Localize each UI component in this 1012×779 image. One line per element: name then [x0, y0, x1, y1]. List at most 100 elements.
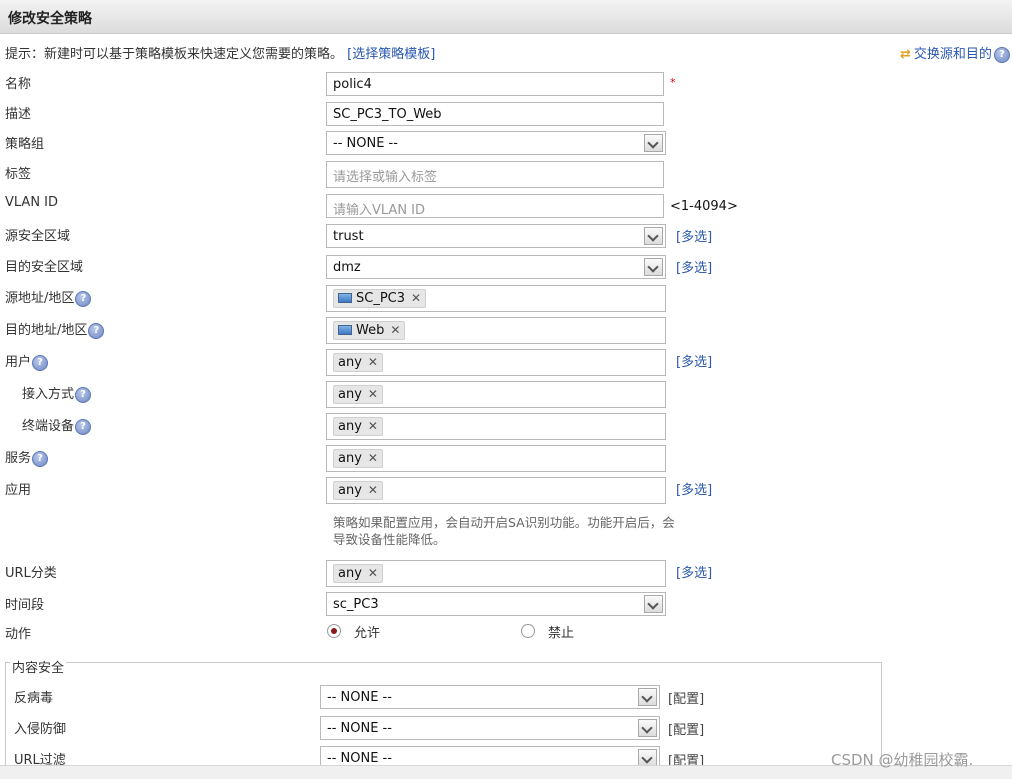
ips-select[interactable]: -- NONE -- — [320, 716, 660, 740]
application-multi-link[interactable]: [多选] — [676, 479, 712, 498]
tag-text: any — [338, 419, 362, 434]
src-zone-select[interactable]: trust — [326, 224, 666, 248]
chevron-down-icon[interactable] — [638, 688, 657, 706]
vlan-placeholder: 请输入VLAN ID — [333, 203, 426, 218]
value-tag: any ✕ — [333, 353, 383, 372]
access-mode-input[interactable]: any ✕ — [326, 381, 666, 408]
vlan-input[interactable]: 请输入VLAN ID — [326, 194, 664, 218]
tag-text: any — [338, 387, 362, 402]
time-range-select[interactable]: sc_PC3 — [326, 592, 666, 616]
description-value: SC_PC3_TO_Web — [333, 107, 442, 122]
hint-line: 提示：新建时可以基于策略模板来快速定义您需要的策略。 [选择策略模板] — [5, 43, 435, 62]
description-label: 描述 — [5, 107, 32, 122]
value-tag: any ✕ — [333, 481, 383, 500]
src-zone-value: trust — [333, 229, 364, 244]
name-label: 名称 — [5, 77, 32, 92]
action-label: 动作 — [5, 627, 32, 642]
dst-addr-label-text: 目的地址/地区 — [5, 323, 88, 338]
remove-icon[interactable]: ✕ — [368, 451, 378, 465]
help-icon[interactable]: ? — [75, 418, 92, 435]
deny-radio[interactable] — [521, 624, 535, 638]
src-addr-label: 源地址/地区? — [5, 287, 92, 307]
src-zone-multi-link[interactable]: [多选] — [676, 226, 712, 245]
url-category-input[interactable]: any ✕ — [326, 560, 666, 587]
help-icon[interactable]: ? — [88, 322, 105, 339]
antivirus-config-link[interactable]: [配置] — [668, 688, 704, 707]
chevron-down-icon[interactable] — [644, 227, 663, 245]
dst-addr-label: 目的地址/地区? — [5, 319, 105, 339]
access-mode-label-text: 接入方式 — [22, 387, 75, 402]
url-filter-value: -- NONE -- — [327, 751, 392, 766]
value-tag: any ✕ — [333, 385, 383, 404]
address-tag: SC_PC3 ✕ — [333, 289, 427, 308]
tag-placeholder: 请选择或输入标签 — [333, 170, 438, 185]
computer-icon — [338, 293, 352, 303]
select-template-link[interactable]: [选择策略模板] — [347, 47, 435, 62]
name-input[interactable]: polic4 — [326, 72, 664, 96]
user-input[interactable]: any ✕ — [326, 349, 666, 376]
user-multi-link[interactable]: [多选] — [676, 351, 712, 370]
value-tag: any ✕ — [333, 417, 383, 436]
hint-text: 提示：新建时可以基于策略模板来快速定义您需要的策略。 — [5, 47, 344, 62]
required-mark: * — [670, 76, 676, 89]
policy-group-label: 策略组 — [5, 137, 45, 152]
dst-zone-multi-link[interactable]: [多选] — [676, 257, 712, 276]
allow-radio[interactable] — [327, 624, 341, 638]
tag-text: Web — [356, 323, 385, 338]
service-label: 服务? — [5, 447, 49, 467]
vlan-label: VLAN ID — [5, 195, 59, 210]
service-label-text: 服务 — [5, 451, 32, 466]
content-security-legend: 内容安全 — [10, 657, 67, 676]
src-addr-input[interactable]: SC_PC3 ✕ — [326, 285, 666, 312]
deny-label[interactable]: 禁止 — [548, 622, 574, 641]
antivirus-select[interactable]: -- NONE -- — [320, 685, 660, 709]
application-note: 策略如果配置应用，会自动开启SA识别功能。功能开启后，会导致设备性能降低。 — [333, 515, 675, 547]
terminal-input[interactable]: any ✕ — [326, 413, 666, 440]
chevron-down-icon[interactable] — [644, 258, 663, 276]
dst-addr-input[interactable]: Web ✕ — [326, 317, 666, 344]
tag-text: any — [338, 355, 362, 370]
url-category-label: URL分类 — [5, 566, 57, 581]
user-label: 用户? — [5, 351, 49, 371]
dst-zone-select[interactable]: dmz — [326, 255, 666, 279]
chevron-down-icon[interactable] — [644, 595, 663, 613]
help-icon[interactable]: ? — [32, 354, 49, 371]
help-icon[interactable]: ? — [75, 290, 92, 307]
tag-input[interactable]: 请选择或输入标签 — [326, 161, 664, 188]
help-icon[interactable]: ? — [75, 386, 92, 403]
address-tag: Web ✕ — [333, 321, 406, 340]
tag-text: any — [338, 566, 362, 581]
remove-icon[interactable]: ✕ — [368, 483, 378, 497]
service-input[interactable]: any ✕ — [326, 445, 666, 472]
application-input[interactable]: any ✕ — [326, 477, 666, 504]
description-input[interactable]: SC_PC3_TO_Web — [326, 102, 664, 126]
remove-icon[interactable]: ✕ — [368, 419, 378, 433]
ips-config-link[interactable]: [配置] — [668, 719, 704, 738]
value-tag: any ✕ — [333, 449, 383, 468]
help-icon[interactable]: ? — [32, 450, 49, 467]
policy-group-select[interactable]: -- NONE -- — [326, 131, 666, 155]
terminal-label-text: 终端设备 — [22, 419, 75, 434]
dst-zone-value: dmz — [333, 260, 361, 275]
help-icon[interactable]: ? — [993, 46, 1010, 63]
swap-label: 交换源和目的 — [913, 47, 992, 62]
swap-src-dst-link[interactable]: ⇄ 交换源和目的? — [900, 43, 1010, 63]
url-category-multi-link[interactable]: [多选] — [676, 562, 712, 581]
remove-icon[interactable]: ✕ — [368, 355, 378, 369]
antivirus-label: 反病毒 — [14, 691, 54, 706]
vlan-range: <1-4094> — [670, 199, 738, 214]
chevron-down-icon[interactable] — [638, 719, 657, 737]
name-value: polic4 — [333, 77, 372, 92]
policy-group-value: -- NONE -- — [333, 136, 398, 151]
remove-icon[interactable]: ✕ — [368, 387, 378, 401]
remove-icon[interactable]: ✕ — [368, 566, 378, 580]
chevron-down-icon[interactable] — [644, 134, 663, 152]
application-label: 应用 — [5, 483, 32, 498]
remove-icon[interactable]: ✕ — [411, 291, 421, 305]
time-range-label: 时间段 — [5, 598, 45, 613]
computer-icon — [338, 325, 352, 335]
allow-label[interactable]: 允许 — [354, 622, 380, 641]
tag-text: any — [338, 483, 362, 498]
remove-icon[interactable]: ✕ — [390, 323, 400, 337]
dst-zone-label: 目的安全区域 — [5, 260, 84, 275]
